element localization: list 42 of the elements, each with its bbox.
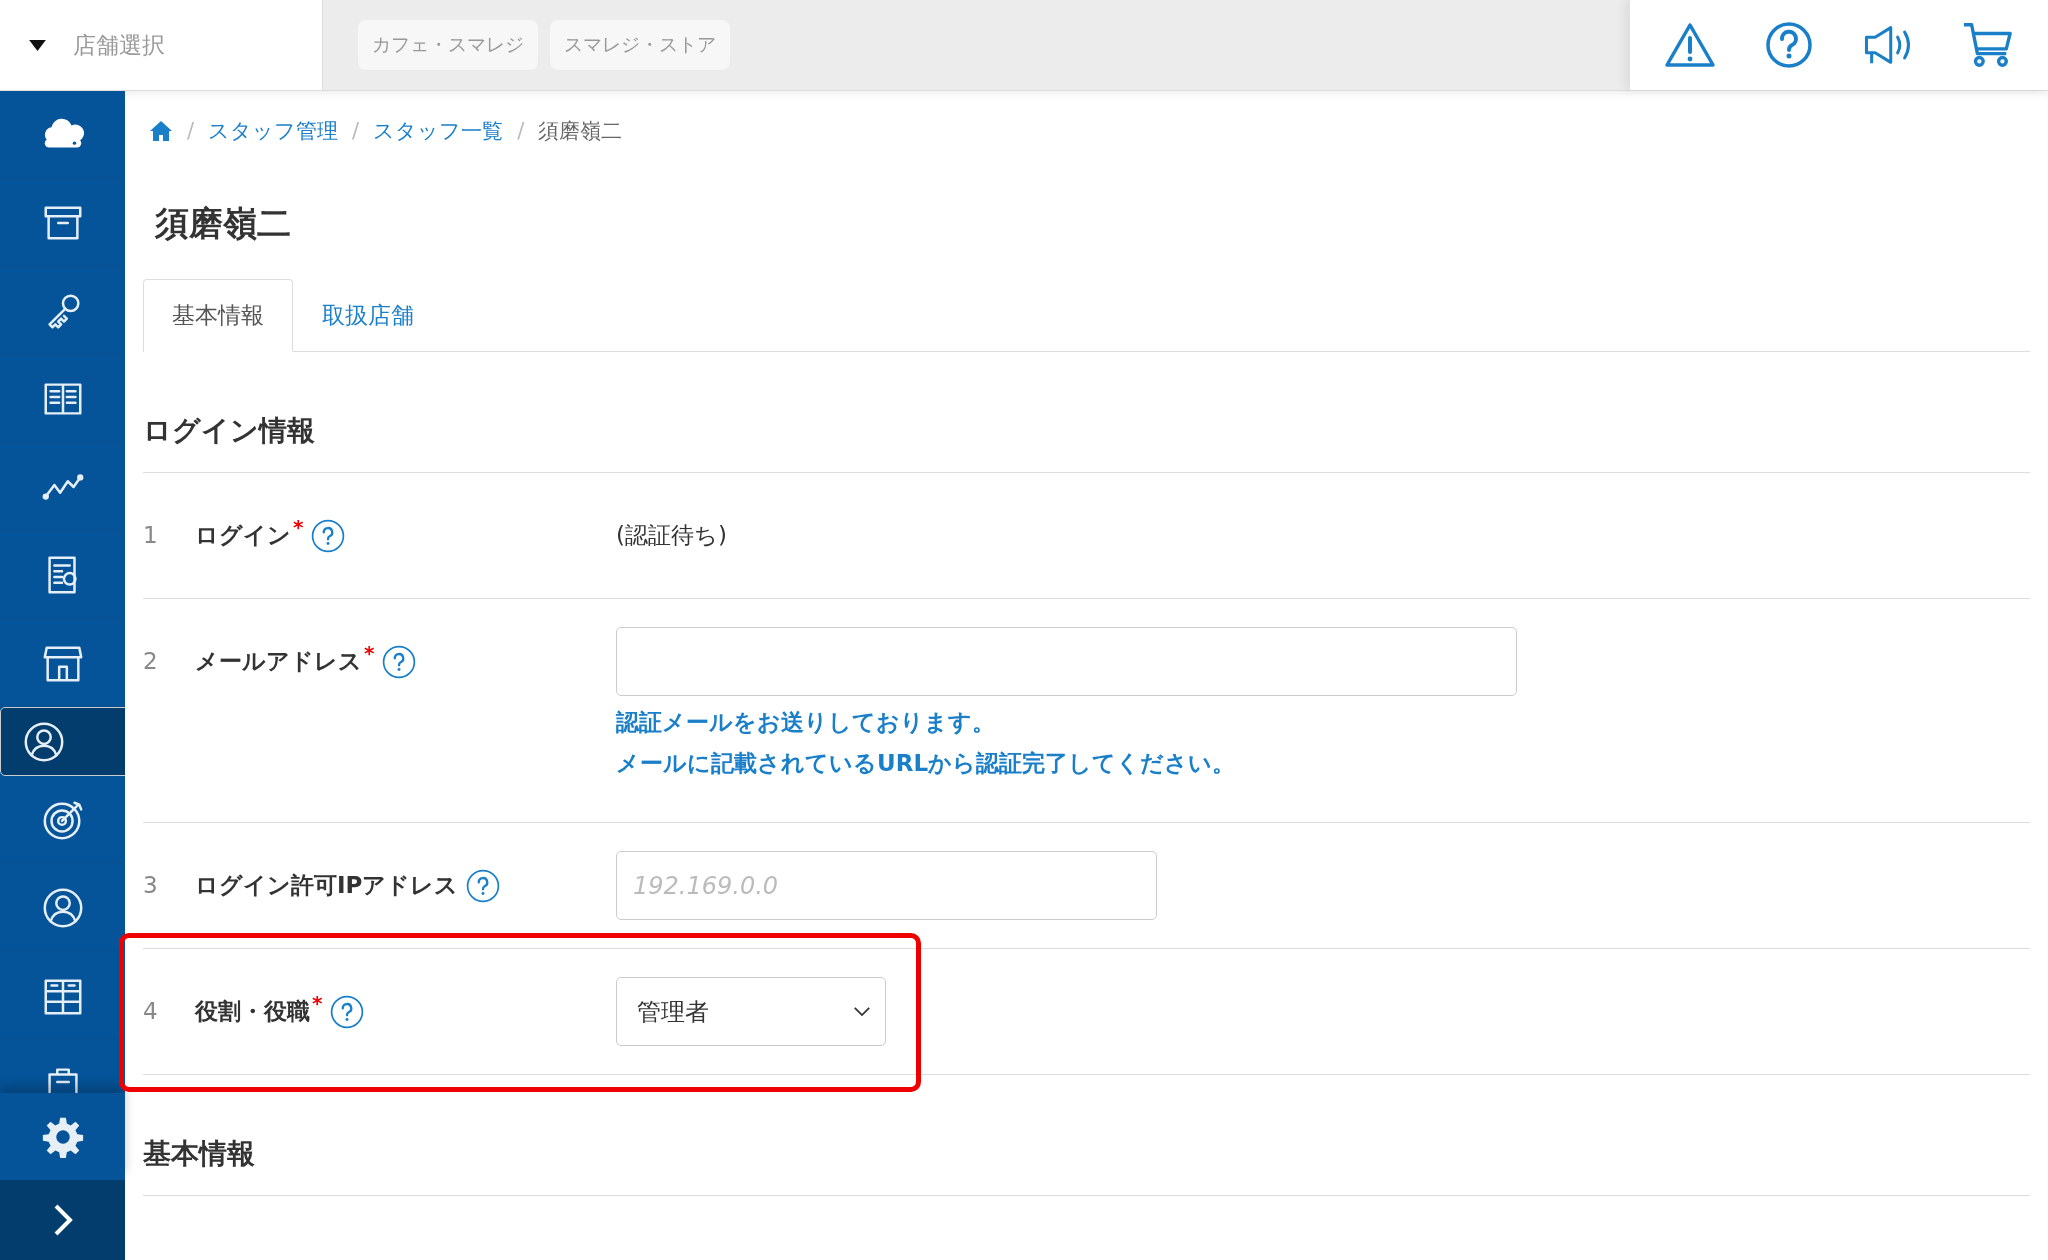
input-field[interactable]: 192.169.0.0 — [616, 851, 1157, 920]
tab[interactable]: 取扱店舗 — [293, 279, 443, 352]
chevron-right-icon — [52, 1204, 73, 1236]
breadcrumb-separator: / — [352, 119, 360, 143]
field-label: ログイン — [195, 521, 291, 550]
section-heading: ログイン情報 — [143, 352, 2030, 473]
chevron-down-icon — [853, 1006, 871, 1017]
help-icon[interactable] — [330, 994, 365, 1029]
help-icon[interactable] — [311, 518, 346, 553]
notice-text: 認証メールをお送りしております。 — [616, 708, 996, 737]
row-number: 1 — [143, 521, 159, 550]
required-mark: * — [312, 991, 323, 1015]
notice-text: メールに記載されているURLから認証完了してください。 — [616, 749, 1237, 778]
page-title: 須磨嶺二 — [155, 202, 292, 245]
breadcrumb-current: 須磨嶺二 — [538, 118, 623, 145]
breadcrumb-separator: / — [517, 119, 525, 143]
store-selector[interactable]: 店舗選択 — [0, 0, 323, 90]
breadcrumb-separator: / — [187, 119, 195, 143]
breadcrumb-link[interactable]: スタッフ一覧 — [373, 117, 504, 145]
warning-icon[interactable] — [1663, 21, 1716, 69]
cart-icon[interactable] — [1962, 21, 2015, 69]
required-mark: * — [293, 515, 304, 539]
required-mark: * — [364, 641, 375, 665]
help-icon[interactable] — [466, 868, 501, 903]
store-chip[interactable]: スマレジ・ストア — [550, 20, 730, 70]
row-number: 3 — [143, 871, 159, 900]
row-number: 4 — [143, 997, 159, 1026]
select-field[interactable]: 管理者 — [616, 977, 886, 1046]
breadcrumb-link[interactable]: スタッフ管理 — [208, 117, 339, 145]
home-icon[interactable] — [149, 120, 173, 142]
section-heading: 基本情報 — [143, 1075, 2030, 1196]
help-icon[interactable] — [382, 644, 417, 679]
field-label: メールアドレス — [195, 647, 362, 676]
tab[interactable]: 基本情報 — [143, 279, 293, 352]
settings-button[interactable] — [0, 1093, 125, 1180]
store-chip[interactable]: カフェ・スマレジ — [358, 20, 538, 70]
field-label: 役割・役職 — [195, 997, 310, 1026]
caret-icon — [28, 38, 47, 52]
field-value: (認証待ち) — [616, 521, 727, 550]
field-label: ログイン許可IPアドレス — [195, 871, 459, 900]
input-field[interactable] — [616, 627, 1517, 696]
row-number: 2 — [143, 647, 159, 676]
